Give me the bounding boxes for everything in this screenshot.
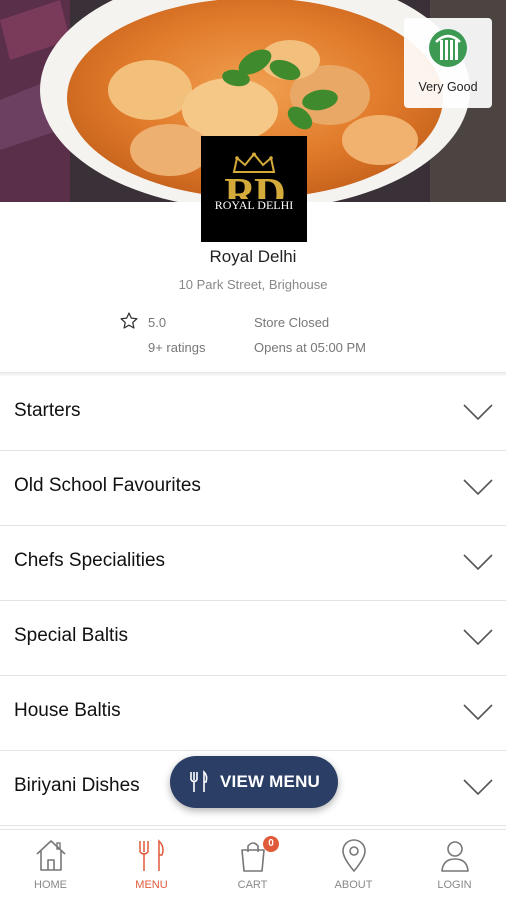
- chevron-down-icon: [463, 629, 493, 646]
- nav-label-login: LOGIN: [437, 879, 472, 891]
- category-label: House Baltis: [14, 700, 121, 721]
- food-hygiene-icon: [429, 29, 467, 67]
- hygiene-rating-badge[interactable]: Very Good: [404, 18, 492, 108]
- rating-value: 5.0: [148, 315, 167, 330]
- cutlery-icon: [139, 839, 164, 871]
- location-pin-icon: [342, 839, 366, 873]
- logo-brand-text: ROYAL DELHI: [210, 199, 298, 212]
- view-menu-label: VIEW MENU: [220, 772, 321, 791]
- category-row-special-baltis[interactable]: Special Baltis: [0, 601, 506, 676]
- home-icon: [36, 840, 66, 871]
- store-status: Store Closed: [254, 315, 330, 330]
- nav-label-cart: CART: [237, 879, 268, 891]
- user-icon: [441, 841, 469, 872]
- chevron-down-icon: [463, 554, 493, 571]
- chevron-down-icon: [463, 479, 493, 496]
- cutlery-icon: [190, 770, 208, 792]
- nav-label-menu: MENU: [135, 879, 168, 891]
- rating-count: 9+ ratings: [148, 340, 206, 355]
- nav-label-about: ABOUT: [334, 879, 373, 891]
- category-row-starters[interactable]: Starters: [0, 376, 506, 451]
- nav-item-cart[interactable]: 0 CART: [202, 830, 303, 900]
- category-label: Starters: [14, 400, 81, 421]
- nav-label-home: HOME: [34, 879, 67, 891]
- nav-item-about[interactable]: ABOUT: [303, 830, 404, 900]
- restaurant-name: Royal Delhi: [209, 247, 297, 266]
- nav-item-menu[interactable]: MENU: [101, 830, 202, 900]
- chevron-down-icon: [463, 704, 493, 721]
- chevron-down-icon: [463, 404, 493, 421]
- bottom-navigation: HOME MENU 0 CART ABOUT LOGIN: [0, 829, 506, 900]
- restaurant-logo: RD ROYAL DELHI: [201, 136, 307, 242]
- category-row-chefs-specialities[interactable]: Chefs Specialities: [0, 526, 506, 601]
- category-label: Chefs Specialities: [14, 550, 166, 571]
- view-menu-button[interactable]: VIEW MENU: [170, 756, 338, 808]
- category-row-house-baltis[interactable]: House Baltis: [0, 676, 506, 751]
- cart-count-badge: 0: [263, 836, 279, 852]
- star-icon: [120, 312, 138, 329]
- chevron-down-icon: [463, 779, 493, 796]
- hygiene-rating-label: Very Good: [418, 80, 478, 94]
- category-label: Old School Favourites: [14, 475, 201, 496]
- category-row-old-school-favourites[interactable]: Old School Favourites: [0, 451, 506, 526]
- opening-time: Opens at 05:00 PM: [254, 340, 367, 355]
- category-label: Special Baltis: [14, 625, 129, 646]
- restaurant-address: 10 Park Street, Brighouse: [178, 277, 328, 292]
- category-label: Biriyani Dishes: [14, 775, 140, 796]
- nav-item-home[interactable]: HOME: [0, 830, 101, 900]
- nav-item-login[interactable]: LOGIN: [404, 830, 505, 900]
